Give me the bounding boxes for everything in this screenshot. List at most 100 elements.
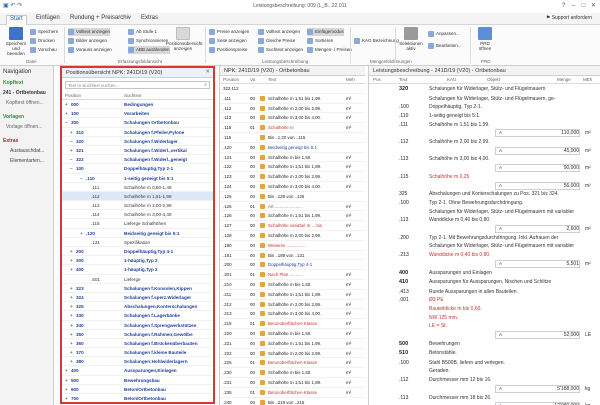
col-pos[interactable]: Pos bbox=[373, 77, 381, 82]
npk-row[interactable]: .115 01 Schalhöhe m m² bbox=[220, 123, 365, 133]
panel-close-icon[interactable]: ✕ bbox=[205, 69, 210, 75]
quantity-row[interactable]: A 110,000 m² bbox=[369, 129, 600, 138]
collapse-icon[interactable]: − bbox=[70, 166, 73, 171]
tree-row[interactable]: +350 Schalungen f.Rahmen,Gewölbe bbox=[62, 330, 213, 339]
tree-row[interactable]: .114 Schalhöhe m 3,00-4,49 bbox=[62, 210, 213, 220]
sidebar-item-vorlage-open[interactable]: Vorlage öffnen... bbox=[0, 122, 53, 132]
npk-row[interactable]: .112 00 Schalhöhe m 2,00 bis 2,99. m² bbox=[220, 104, 365, 114]
npk-row[interactable]: .215 01 Betonoberflächen-Klasse m² bbox=[220, 319, 365, 329]
quantity-row[interactable]: A 56,000 m² bbox=[369, 181, 600, 191]
expand-icon[interactable]: + bbox=[65, 102, 68, 107]
tree-row[interactable]: +000 Bedingungen bbox=[62, 100, 213, 110]
quantity-value[interactable]: 56,000 bbox=[529, 183, 579, 189]
synchron-button[interactable]: Synchronisieren bbox=[128, 37, 168, 45]
npk-row[interactable]: .225 01 Betonoberflächen-Klasse m² bbox=[220, 358, 365, 369]
help-icon[interactable]: ? bbox=[559, 2, 568, 10]
support-button[interactable]: ⚑ Support anfordern bbox=[546, 15, 592, 21]
expand-icon[interactable]: + bbox=[80, 231, 83, 236]
abb-button[interactable]: ABB ausblenden bbox=[128, 46, 170, 54]
posuebersicht-button[interactable]: Positionsübersicht anzeigen bbox=[166, 27, 203, 51]
tree-row[interactable]: +370 Schalungen f.kleine Bauteile bbox=[62, 348, 213, 358]
tree-row[interactable]: +340 Schalungen f.Sprengwerkstützen bbox=[62, 321, 213, 330]
npk-row[interactable]: .213 00 Schalhöhe m 3,00 bis 4,00. m² bbox=[220, 309, 365, 320]
tree-row[interactable]: .115 Lieferge Schalhöhen bbox=[62, 219, 213, 229]
expand-icon[interactable]: + bbox=[70, 295, 73, 300]
npk-row[interactable]: .125 01 Art ...................... m² bbox=[220, 202, 365, 212]
npk-row[interactable]: .113 00 Schalhöhe m 3,00 bis 4,00. m² bbox=[220, 113, 365, 124]
tree-row[interactable]: +321 Schalungen f.Widerl.,vertikal bbox=[62, 146, 213, 156]
bearbeiten-button[interactable]: Bearbeiten... bbox=[428, 42, 462, 50]
prd-open-button[interactable]: PRD öffnen bbox=[474, 27, 496, 51]
npk-row[interactable]: .231 00 Schalhöhe m 1,51 bis 1,99. m² bbox=[220, 378, 365, 388]
einfuegemodus-button[interactable]: Einfügemodus bbox=[307, 28, 344, 36]
col-position[interactable]: Position bbox=[223, 77, 239, 82]
npk-row[interactable]: 322.112 bbox=[220, 84, 365, 94]
expand-icon[interactable]: + bbox=[70, 313, 73, 318]
volltext2-button[interactable]: Volltext anzeigen bbox=[258, 28, 300, 36]
tree-row[interactable]: .111 Schalhöhe m 0,50-1,49 bbox=[62, 183, 213, 192]
quantity-value[interactable]: 45,000 bbox=[529, 148, 579, 154]
npk-row[interactable]: .181 00 Bis ..189 von ..131 bbox=[220, 251, 365, 261]
npk-row[interactable]: .127 00 Schalhöhe variabel m ... bis m² bbox=[220, 221, 365, 231]
tree-row[interactable]: .121 Spezifikation bbox=[62, 238, 213, 247]
col-meh[interactable]: MEh bbox=[583, 77, 592, 82]
sidebar-item-kopftext-open[interactable]: Kopftext öffnen... bbox=[0, 98, 53, 108]
tree-row[interactable]: − .110 1-seitig geneigt bis 5:1 bbox=[62, 174, 213, 183]
ab-stufe-button[interactable]: Ab Stufe 1 bbox=[128, 28, 157, 36]
search-icon[interactable]: ⌕ bbox=[204, 82, 207, 88]
tree-row[interactable]: +323 Schalungen f.Konsolen,Kippen bbox=[62, 284, 213, 293]
sidebar-item-austausch[interactable]: Austauschdat... bbox=[0, 146, 53, 156]
maximize-icon[interactable]: □ bbox=[579, 2, 588, 10]
search-input[interactable]: Text in Suchtext suchen... ⌕ bbox=[65, 81, 210, 89]
col-menge[interactable]: Menge bbox=[557, 77, 571, 82]
quantity-row[interactable]: A 5,501 m² bbox=[369, 259, 600, 269]
anpassen-button[interactable]: Anpassen... bbox=[428, 30, 460, 38]
npk-row[interactable]: .201 01 Nach Plan ........... m² bbox=[220, 270, 365, 280]
vorauss-button[interactable]: Vorauss anzeigen bbox=[68, 46, 112, 54]
npk-row[interactable]: .126 00 Schalhöhe m 1,51 bis 1,99. m² bbox=[220, 211, 365, 222]
tree-row[interactable]: +380 Schalungen:Hohlwiderlagern bbox=[62, 357, 213, 367]
tree-row[interactable]: +300 1-häuptig,Typ 2 bbox=[62, 256, 213, 266]
npk-row[interactable]: .180 00 Weiteres ................ bbox=[220, 241, 365, 251]
tab-start[interactable]: Start bbox=[6, 15, 27, 25]
quantity-row[interactable]: A 5'188,000 kg bbox=[369, 384, 600, 394]
tree-row[interactable]: + .120 Beidseitig geneigt bis 5:1 bbox=[62, 229, 213, 238]
collapse-icon[interactable]: − bbox=[65, 120, 68, 125]
sidebar-item-elementarten[interactable]: Elementarten... bbox=[0, 156, 53, 166]
expand-icon[interactable]: + bbox=[65, 396, 68, 401]
expand-icon[interactable]: + bbox=[70, 304, 73, 309]
preise-button[interactable]: Preise anzeigen bbox=[209, 28, 249, 36]
tree-row[interactable]: −322 Schalungen f.Widerl.,geneigt bbox=[62, 155, 213, 165]
tree-row[interactable]: −100 Doppelhäuptig,Typ 2-1 bbox=[62, 164, 213, 174]
tree-row[interactable]: +100 Vorarbeiten bbox=[62, 109, 213, 119]
tree-row[interactable]: −320 Schalungen f.Widerlager bbox=[62, 137, 213, 146]
tree-row[interactable]: .112 Schalhöhe m 1,51-1,99 bbox=[62, 191, 213, 202]
npk-row[interactable]: .123 00 Schalhöhe m 2,00 bis 2,99. m² bbox=[220, 172, 365, 182]
tree-row[interactable]: +400 1-häuptig,Typ 2 bbox=[62, 265, 213, 275]
expand-icon[interactable]: + bbox=[70, 258, 73, 263]
quantity-value[interactable]: 52,000 bbox=[529, 332, 579, 338]
expand-icon[interactable]: + bbox=[65, 387, 68, 392]
vorschau-button[interactable]: Vorschau bbox=[30, 46, 57, 54]
sidebar-item-extras[interactable]: Extras bbox=[0, 136, 53, 146]
tree-row[interactable]: +700 Beton/Ortbetonbau bbox=[62, 394, 213, 402]
npk-row[interactable]: .211 00 Schalhöhe m 1,51 bis 1,99. m² bbox=[220, 290, 365, 300]
expand-icon[interactable]: + bbox=[70, 286, 73, 291]
quantity-row[interactable]: A 2,600 m² bbox=[369, 225, 600, 234]
collapse-icon[interactable]: − bbox=[80, 176, 83, 181]
tree-row[interactable]: +200 Doppelhäuptig,Typ 4-1 bbox=[62, 247, 213, 257]
tree-row[interactable]: .113 Schalhöhe m 2,00-2,99 bbox=[62, 201, 213, 211]
tree-row[interactable]: +600 Beton/Ortbetonbau bbox=[62, 385, 213, 394]
sidebar-item-vorlagen[interactable]: Vorlagen bbox=[0, 112, 53, 122]
expand-icon[interactable]: + bbox=[70, 249, 73, 254]
quantity-row[interactable]: A 45,000 m² bbox=[369, 146, 600, 156]
tab-einfuegen[interactable]: Einfügen bbox=[33, 15, 63, 25]
mengen-button[interactable]: Mengen- / Preisen bbox=[307, 46, 352, 54]
npk-row[interactable]: .124 00 Schalhöhe m 3,00 bis 4,00. m² bbox=[220, 182, 365, 192]
expand-icon[interactable]: + bbox=[70, 323, 73, 328]
selektion-button[interactable]: Selektionen aktiv bbox=[398, 27, 424, 51]
npk-row[interactable]: .235 01 Betonoberflächen-Klasse m² bbox=[220, 388, 365, 398]
tree-row[interactable]: +330 Schalungen f.Lagerbänke bbox=[62, 311, 213, 321]
col-kag[interactable]: KAG bbox=[447, 77, 457, 82]
npk-row[interactable]: .212 00 Schalhöhe m 2,00 bis 2,99. m² bbox=[220, 300, 365, 310]
